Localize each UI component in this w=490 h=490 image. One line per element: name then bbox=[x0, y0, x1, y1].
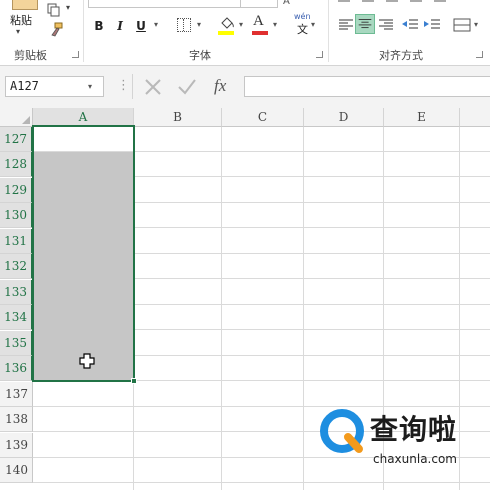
font-color-dropdown-icon[interactable]: ▾ bbox=[273, 20, 277, 29]
row-header[interactable]: 136 bbox=[0, 356, 33, 381]
phonetic-dropdown-icon[interactable]: ▾ bbox=[311, 20, 315, 29]
phonetic-guide-char[interactable]: 文 bbox=[297, 21, 308, 37]
align-center-icon[interactable] bbox=[355, 14, 375, 34]
row-header[interactable]: 140 bbox=[0, 458, 33, 483]
watermark-text: 查询啦 bbox=[370, 413, 458, 446]
column-header-b[interactable]: B bbox=[134, 108, 222, 127]
paste-button[interactable]: 粘贴 bbox=[10, 12, 32, 28]
ribbon: 粘贴 ▾ ▾ 剪贴板 A˄ B I U ▾ ▾ ▾ A ▾ wén 文 ▾ 字体 bbox=[0, 0, 490, 66]
column-header-d[interactable]: D bbox=[304, 108, 384, 127]
row-header[interactable]: 139 bbox=[0, 433, 33, 458]
row-header[interactable]: 131 bbox=[0, 229, 33, 254]
vertical-align-icons[interactable] bbox=[338, 0, 478, 5]
gridline bbox=[303, 127, 304, 490]
copy-dropdown-icon[interactable]: ▾ bbox=[66, 3, 70, 12]
column-header-c[interactable]: C bbox=[222, 108, 304, 127]
font-color-button[interactable]: A bbox=[253, 13, 264, 30]
column-header-e[interactable]: E bbox=[384, 108, 460, 127]
selection-border bbox=[32, 125, 135, 382]
row-header[interactable]: 127 bbox=[0, 127, 33, 152]
copy-icon[interactable] bbox=[47, 3, 61, 17]
increase-indent-icon[interactable] bbox=[422, 15, 442, 35]
alignment-group-label: 对齐方式 bbox=[379, 49, 423, 62]
row-header[interactable]: 129 bbox=[0, 178, 33, 203]
bold-button[interactable]: B bbox=[92, 16, 106, 36]
clipboard-launcher-icon[interactable] bbox=[72, 51, 79, 58]
font-color-swatch bbox=[252, 31, 268, 35]
decrease-indent-icon[interactable] bbox=[400, 15, 420, 35]
italic-button[interactable]: I bbox=[113, 16, 127, 36]
insert-function-button[interactable]: fx bbox=[214, 76, 226, 96]
alignment-launcher-icon[interactable] bbox=[476, 51, 483, 58]
underline-dropdown-icon[interactable]: ▾ bbox=[154, 20, 158, 29]
select-all-button[interactable] bbox=[0, 108, 33, 127]
borders-dropdown-icon[interactable]: ▾ bbox=[197, 20, 201, 29]
row-header[interactable]: 133 bbox=[0, 280, 33, 305]
fill-color-dropdown-icon[interactable]: ▾ bbox=[239, 20, 243, 29]
name-box-dropdown-icon[interactable]: ▾ bbox=[88, 82, 92, 91]
more-options-icon[interactable]: ⋮ bbox=[117, 78, 130, 93]
row-header[interactable]: 132 bbox=[0, 254, 33, 279]
group-divider bbox=[83, 0, 84, 62]
watermark: 查询啦 chaxunla.com bbox=[313, 400, 490, 472]
row-header[interactable]: 135 bbox=[0, 331, 33, 356]
row-header[interactable]: 134 bbox=[0, 305, 33, 330]
fill-color-swatch bbox=[218, 31, 234, 35]
align-right-icon[interactable] bbox=[376, 15, 396, 35]
paste-dropdown-icon[interactable]: ▾ bbox=[16, 27, 20, 36]
gridline bbox=[221, 127, 222, 490]
gridline bbox=[33, 482, 490, 483]
row-header[interactable]: 130 bbox=[0, 203, 33, 228]
font-grow-icon[interactable]: A˄ bbox=[283, 0, 295, 7]
font-launcher-icon[interactable] bbox=[316, 51, 323, 58]
formula-bar-divider bbox=[132, 74, 133, 99]
row-header[interactable]: 137 bbox=[0, 382, 33, 407]
formula-input[interactable] bbox=[244, 76, 490, 97]
column-header-f[interactable] bbox=[460, 108, 490, 127]
font-name-combo[interactable] bbox=[88, 0, 278, 8]
cell-cursor-icon bbox=[79, 353, 95, 369]
font-group-label: 字体 bbox=[189, 49, 211, 62]
clipboard-group-label: 剪贴板 bbox=[14, 49, 47, 62]
fill-handle[interactable] bbox=[131, 378, 137, 384]
underline-button[interactable]: U bbox=[134, 16, 148, 36]
paste-icon[interactable] bbox=[12, 0, 38, 10]
watermark-logo-icon bbox=[320, 409, 364, 453]
group-divider bbox=[328, 0, 329, 62]
merge-dropdown-icon[interactable]: ▾ bbox=[474, 20, 478, 29]
row-header[interactable]: 128 bbox=[0, 152, 33, 177]
align-left-icon[interactable] bbox=[336, 15, 356, 35]
borders-icon[interactable] bbox=[177, 18, 191, 32]
merge-center-icon[interactable] bbox=[452, 15, 472, 35]
cancel-icon[interactable] bbox=[141, 75, 165, 99]
font-size-divider bbox=[240, 0, 241, 8]
formula-bar: A127 ▾ ⋮ fx bbox=[0, 66, 490, 108]
watermark-url: chaxunla.com bbox=[373, 452, 457, 466]
enter-icon[interactable] bbox=[175, 75, 199, 99]
format-painter-icon[interactable] bbox=[48, 22, 64, 38]
phonetic-guide-pinyin[interactable]: wén bbox=[294, 12, 311, 21]
row-header[interactable]: 138 bbox=[0, 407, 33, 432]
